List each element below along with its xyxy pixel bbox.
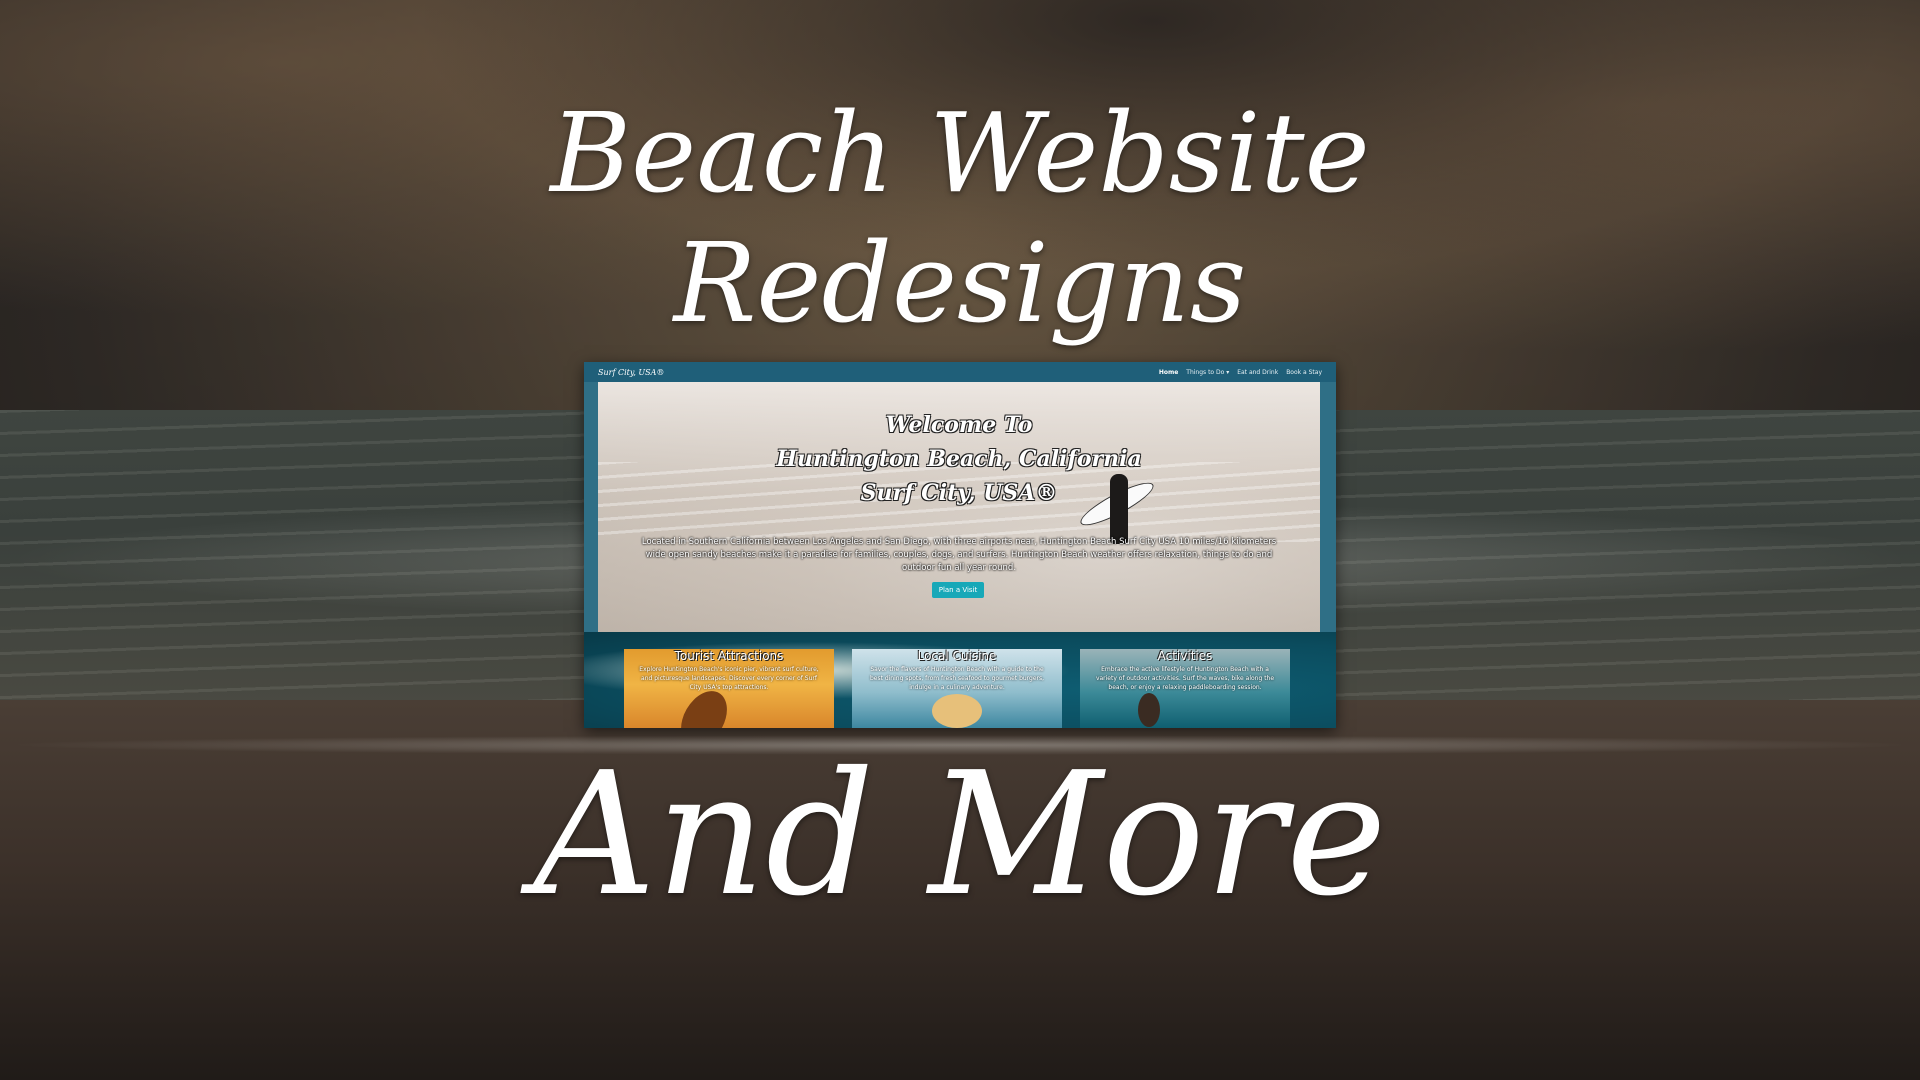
site-nav-links: Home Things to Do ▾ Eat and Drink Book a…	[1159, 369, 1322, 376]
site-brand[interactable]: Surf City, USA®	[598, 368, 664, 377]
site-navbar: Surf City, USA® Home Things to Do ▾ Eat …	[584, 362, 1336, 382]
plan-a-visit-button[interactable]: Plan a Visit	[932, 582, 984, 598]
card-local-cuisine[interactable]: Local Cuisine Savor the flavors of Hunti…	[852, 649, 1062, 728]
hero-description: Located in Southern California between L…	[641, 537, 1277, 573]
hero-heading-2: Huntington Beach, California	[776, 446, 1142, 472]
nav-things-to-do[interactable]: Things to Do ▾	[1186, 369, 1229, 376]
site-hero: Welcome To Huntington Beach, California …	[598, 382, 1320, 632]
nav-home[interactable]: Home	[1159, 369, 1178, 376]
surfer-image	[1138, 693, 1160, 727]
card-tourist-attractions[interactable]: Tourist Attractions Explore Huntington B…	[624, 649, 834, 728]
website-screenshot: Surf City, USA® Home Things to Do ▾ Eat …	[584, 362, 1336, 728]
card-title: Tourist Attractions	[674, 649, 784, 663]
card-title: Activities	[1157, 649, 1213, 663]
card-activities[interactable]: Activities Embrace the active lifestyle …	[1080, 649, 1290, 728]
headline-line-1: Beach Website	[550, 89, 1370, 217]
card-text: Embrace the active lifestyle of Huntingt…	[1095, 666, 1275, 691]
hero-heading-1: Welcome To	[885, 412, 1033, 438]
headline-line-2: Redesigns	[673, 219, 1247, 347]
headline-line-3: And More	[533, 736, 1387, 934]
card-text: Savor the flavors of Huntington Beach wi…	[869, 666, 1045, 691]
hero-heading-3: Surf City, USA®	[860, 480, 1058, 506]
nav-book-a-stay[interactable]: Book a Stay	[1286, 369, 1322, 376]
food-image	[932, 694, 982, 728]
card-title: Local Cuisine	[917, 649, 997, 663]
nav-eat-and-drink[interactable]: Eat and Drink	[1237, 369, 1278, 376]
card-text: Explore Huntington Beach's iconic pier, …	[639, 666, 819, 691]
